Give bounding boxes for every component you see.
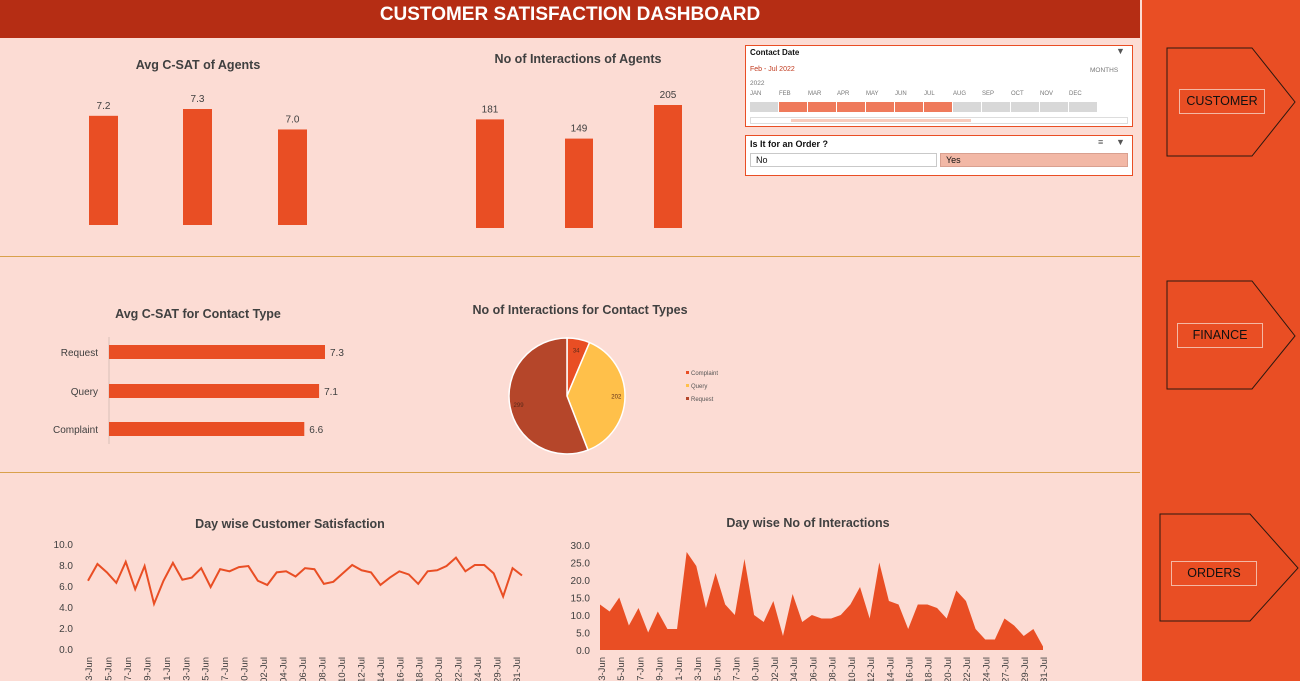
contact-date-title: Contact Date	[750, 48, 800, 57]
month-label: DEC	[1069, 91, 1082, 97]
x-tick-label: 0-Jun	[751, 657, 762, 681]
month-cell[interactable]	[1040, 102, 1068, 112]
month-label: FEB	[779, 91, 791, 97]
y-tick-label: 5.0	[576, 629, 590, 640]
x-tick-label: 08-Jul	[828, 657, 839, 681]
month-label: APR	[837, 91, 850, 97]
month-label: NOV	[1040, 91, 1054, 97]
x-tick-label: 27-Jul	[1001, 657, 1012, 681]
x-tick-label: 1-Jun	[674, 657, 685, 681]
month-cell[interactable]	[953, 102, 981, 112]
customer-nav-button[interactable]: CUSTOMER	[1179, 89, 1265, 114]
order-option-yes[interactable]: Yes	[940, 153, 1128, 167]
x-tick-label: 31-Jul	[1039, 657, 1050, 681]
clear-filter-icon[interactable]: ▼	[1116, 46, 1125, 56]
x-tick-label: 5-Jun	[616, 657, 627, 681]
year-label: 2022	[750, 80, 765, 87]
order-slicer-title: Is It for an Order ?	[750, 139, 829, 149]
month-timeline[interactable]: JAN FEB MAR APR MAY JUN JUL AUG SEP OCT NOV DEC	[750, 91, 1100, 115]
series-area	[600, 552, 1043, 650]
dashboard-main: CUSTOMER SATISFACTION DASHBOARD Avg C-SA…	[0, 0, 1140, 681]
x-tick-label: 06-Jul	[808, 657, 819, 681]
x-tick-label: 3-Jun	[597, 657, 608, 681]
month-cell[interactable]	[779, 102, 807, 112]
y-tick-label: 30.0	[571, 541, 591, 552]
month-cell[interactable]	[895, 102, 923, 112]
navigation-panel: CUSTOMER FINANCE ORDERS	[1142, 0, 1300, 681]
month-label: JUL	[924, 91, 935, 97]
month-cell[interactable]	[808, 102, 836, 112]
month-label: OCT	[1011, 91, 1024, 97]
x-tick-label: 20-Jul	[943, 657, 954, 681]
date-range-label: Feb - Jul 2022	[750, 66, 795, 73]
x-tick-label: 02-Jul	[770, 657, 781, 681]
x-tick-label: 9-Jun	[655, 657, 666, 681]
month-cell[interactable]	[924, 102, 952, 112]
y-tick-label: 15.0	[571, 594, 591, 605]
y-tick-label: 20.0	[571, 576, 591, 587]
x-tick-label: 10-Jul	[847, 657, 858, 681]
orders-nav-button[interactable]: ORDERS	[1171, 561, 1257, 586]
x-tick-label: 7-Jun	[635, 657, 646, 681]
x-tick-label: 14-Jul	[885, 657, 896, 681]
clear-filter-icon[interactable]: ▼	[1116, 137, 1125, 147]
x-tick-label: 24-Jul	[981, 657, 992, 681]
period-dropdown[interactable]: MONTHS	[1090, 67, 1118, 74]
finance-nav-button[interactable]: FINANCE	[1177, 323, 1263, 348]
month-label: MAY	[866, 91, 879, 97]
month-label: MAR	[808, 91, 822, 97]
month-cell[interactable]	[750, 102, 778, 112]
contact-date-slicer[interactable]: Contact Date ▼ Feb - Jul 2022 MONTHS 202…	[745, 45, 1133, 127]
x-tick-label: 5-Jun	[712, 657, 723, 681]
y-tick-label: 10.0	[571, 611, 591, 622]
month-label: JAN	[750, 91, 762, 97]
month-label: SEP	[982, 91, 995, 97]
x-tick-label: 3-Jun	[693, 657, 704, 681]
month-cell[interactable]	[837, 102, 865, 112]
order-option-no[interactable]: No	[750, 153, 937, 167]
x-tick-label: 12-Jul	[866, 657, 877, 681]
order-slicer[interactable]: Is It for an Order ? ≡ ▼ No Yes	[745, 135, 1133, 176]
month-cell[interactable]	[982, 102, 1010, 112]
month-label: AUG	[953, 91, 967, 97]
month-label: JUN	[895, 91, 907, 97]
month-cell[interactable]	[1011, 102, 1039, 112]
timeline-scrollbar[interactable]	[750, 117, 1128, 124]
y-tick-label: 25.0	[571, 559, 591, 570]
month-cell[interactable]	[1069, 102, 1097, 112]
x-tick-label: 04-Jul	[789, 657, 800, 681]
y-tick-label: 0.0	[576, 646, 590, 657]
x-tick-label: 16-Jul	[904, 657, 915, 681]
x-tick-label: 18-Jul	[924, 657, 935, 681]
x-tick-label: 29-Jul	[1020, 657, 1031, 681]
multi-select-icon[interactable]: ≡	[1098, 137, 1103, 147]
x-tick-label: 7-Jun	[732, 657, 743, 681]
month-cell[interactable]	[866, 102, 894, 112]
x-tick-label: 22-Jul	[962, 657, 973, 681]
